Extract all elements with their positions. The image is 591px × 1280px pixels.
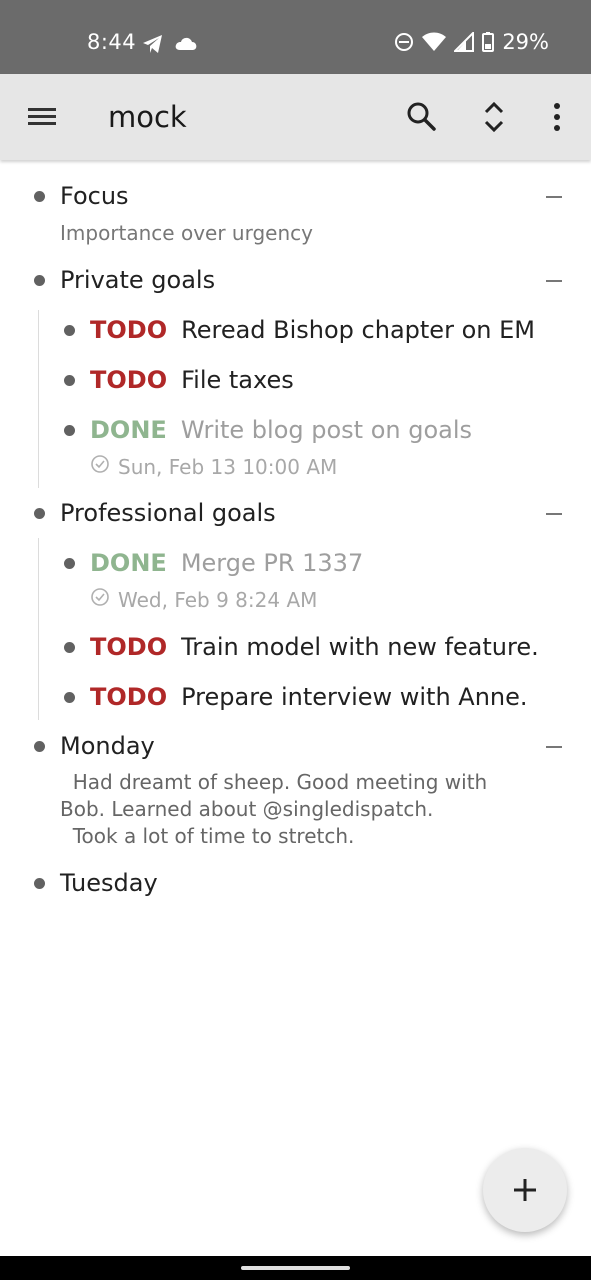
done-keyword: DONE: [90, 416, 167, 444]
bullet-icon[interactable]: [64, 642, 75, 653]
collapse-icon[interactable]: [546, 280, 562, 282]
bullet-icon[interactable]: [64, 425, 75, 436]
wifi-icon: [422, 32, 447, 52]
list-item-tuesday[interactable]: Tuesday: [60, 869, 158, 897]
telegram-icon: [142, 34, 164, 54]
todo-keyword: TODO: [90, 366, 168, 394]
bullet-icon[interactable]: [34, 741, 45, 752]
bullet-icon[interactable]: [34, 878, 45, 889]
item-text: Reread Bishop chapter on EM: [181, 316, 535, 344]
closed-date: Wed, Feb 9 8:24 AM: [118, 587, 318, 612]
collapse-icon[interactable]: [546, 196, 562, 198]
list-item[interactable]: TODO File taxes: [90, 366, 294, 394]
note-text: Importance over urgency: [60, 221, 313, 245]
body-line: Had dreamt of sheep. Good meeting with: [60, 770, 488, 794]
bullet-icon[interactable]: [64, 692, 75, 703]
list-item-monday[interactable]: Monday: [60, 732, 155, 760]
status-notification-icons: [142, 34, 198, 54]
status-time: 8:44: [87, 30, 137, 54]
list-item-professional-goals[interactable]: Professional goals: [60, 499, 276, 527]
expand-collapse-icon[interactable]: [482, 100, 506, 134]
closed-timestamp: Sun, Feb 13 10:00 AM: [90, 454, 337, 479]
collapse-icon[interactable]: [546, 746, 562, 748]
home-gesture-handle[interactable]: [241, 1266, 350, 1270]
bullet-icon[interactable]: [34, 191, 45, 202]
search-icon[interactable]: [405, 100, 437, 132]
todo-keyword: TODO: [90, 683, 168, 711]
bullet-icon[interactable]: [64, 558, 75, 569]
battery-percent: 29%: [502, 30, 549, 54]
signal-icon: [454, 32, 475, 52]
indent-guide: [38, 310, 39, 488]
check-circle-icon: [90, 454, 110, 479]
indent-guide: [38, 538, 39, 720]
list-item[interactable]: DONE Merge PR 1337: [90, 549, 363, 577]
item-text: Write blog post on goals: [180, 416, 473, 444]
plus-icon: [514, 1179, 536, 1201]
bullet-icon[interactable]: [64, 375, 75, 386]
list-item-private-goals[interactable]: Private goals: [60, 266, 215, 294]
bullet-icon[interactable]: [34, 508, 45, 519]
list-item[interactable]: TODO Train model with new feature.: [90, 633, 539, 661]
body-line: Took a lot of time to stretch.: [60, 824, 355, 848]
item-text: Merge PR 1337: [180, 549, 364, 577]
menu-icon[interactable]: [26, 102, 58, 132]
list-item[interactable]: TODO Prepare interview with Anne.: [90, 683, 528, 711]
item-text: Prepare interview with Anne.: [181, 683, 528, 711]
done-keyword: DONE: [90, 549, 167, 577]
todo-keyword: TODO: [90, 633, 168, 661]
more-vert-icon[interactable]: [548, 100, 566, 134]
item-text: File taxes: [181, 366, 294, 394]
closed-timestamp: Wed, Feb 9 8:24 AM: [90, 587, 317, 612]
check-circle-icon: [90, 587, 110, 612]
list-item-focus[interactable]: Focus: [60, 182, 129, 210]
battery-icon: [482, 32, 495, 52]
list-item[interactable]: DONE Write blog post on goals: [90, 416, 472, 444]
status-bar: 8:44 29%: [0, 0, 591, 74]
bullet-icon[interactable]: [34, 275, 45, 286]
cloud-icon: [174, 34, 198, 54]
page-title: mock: [108, 100, 187, 134]
add-button[interactable]: [483, 1148, 567, 1232]
collapse-icon[interactable]: [546, 513, 562, 515]
list-item[interactable]: TODO Reread Bishop chapter on EM: [90, 316, 535, 344]
item-text: Train model with new feature.: [181, 633, 539, 661]
body-line: Bob. Learned about @singledispatch.: [60, 797, 434, 821]
status-system-icons: 29%: [394, 30, 549, 54]
system-nav-bar: [0, 1256, 591, 1280]
app-bar: mock: [0, 74, 591, 160]
bullet-icon[interactable]: [64, 325, 75, 336]
dnd-icon: [394, 32, 414, 52]
todo-keyword: TODO: [90, 316, 168, 344]
closed-date: Sun, Feb 13 10:00 AM: [118, 454, 338, 479]
